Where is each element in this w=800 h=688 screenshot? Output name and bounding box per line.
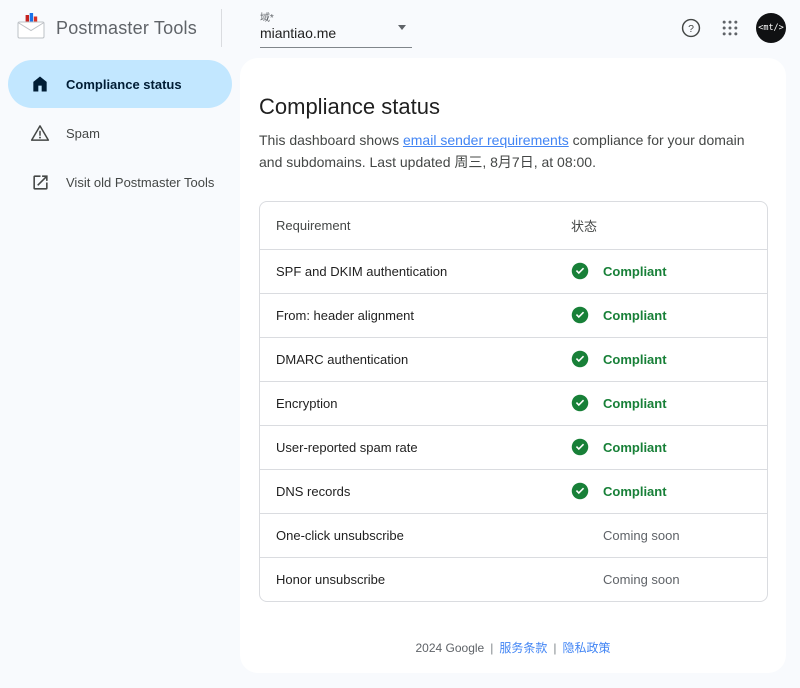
requirement-cell: One-click unsubscribe — [260, 528, 571, 543]
table-row: User-reported spam rate Compliant — [260, 425, 767, 469]
footer: 2024 Google | 服务条款 | 隐私政策 — [240, 639, 786, 656]
table-row: DNS records Compliant — [260, 469, 767, 513]
page-description: This dashboard shows email sender requir… — [259, 129, 768, 174]
app-logo-home-link[interactable]: Postmaster Tools — [0, 12, 197, 44]
status-text: Compliant — [603, 484, 667, 499]
status-cell: Compliant — [571, 438, 767, 456]
sidebar-item-label: Visit old Postmaster Tools — [66, 175, 214, 190]
status-text: Compliant — [603, 264, 667, 279]
requirement-cell: Honor unsubscribe — [260, 572, 571, 587]
google-apps-button[interactable] — [717, 15, 743, 41]
check-circle-icon — [571, 482, 589, 500]
column-header-requirement: Requirement — [260, 218, 571, 233]
status-text: Coming soon — [603, 528, 680, 543]
requirement-cell: SPF and DKIM authentication — [260, 264, 571, 279]
footer-separator: | — [553, 641, 556, 655]
compliance-table: Requirement 状态 SPF and DKIM authenticati… — [259, 201, 768, 602]
chevron-down-icon — [398, 25, 406, 30]
footer-copyright: 2024 Google — [415, 641, 484, 655]
sidebar-item-compliance-status[interactable]: Compliance status — [8, 60, 232, 108]
app-title: Postmaster Tools — [56, 18, 197, 39]
check-circle-icon — [571, 438, 589, 456]
status-cell: Coming soon — [571, 570, 767, 588]
status-cell: Coming soon — [571, 526, 767, 544]
status-text: Compliant — [603, 352, 667, 367]
status-cell: Compliant — [571, 350, 767, 368]
sidebar-item-label: Spam — [66, 126, 100, 141]
main-content-card: Compliance status This dashboard shows e… — [240, 58, 786, 673]
requirement-cell: Encryption — [260, 396, 571, 411]
status-cell: Compliant — [571, 306, 767, 324]
status-cell: Compliant — [571, 394, 767, 412]
terms-of-service-link[interactable]: 服务条款 — [499, 641, 547, 655]
header-actions: ? <mt/> — [678, 13, 800, 43]
requirement-cell: DMARC authentication — [260, 352, 571, 367]
account-avatar[interactable]: <mt/> — [756, 13, 786, 43]
help-button[interactable]: ? — [678, 15, 704, 41]
table-row: DMARC authentication Compliant — [260, 337, 767, 381]
requirement-cell: From: header alignment — [260, 308, 571, 323]
open-in-new-icon — [30, 172, 50, 192]
description-text-before: This dashboard shows — [259, 132, 403, 148]
apps-grid-icon — [720, 18, 740, 38]
status-cell: Compliant — [571, 262, 767, 280]
domain-selector-value: miantiao.me — [260, 25, 412, 41]
status-text: Compliant — [603, 440, 667, 455]
help-icon: ? — [680, 17, 702, 39]
column-header-status: 状态 — [571, 216, 767, 235]
requirement-cell: User-reported spam rate — [260, 440, 571, 455]
table-row: Honor unsubscribe Coming soon — [260, 557, 767, 601]
check-circle-icon — [571, 262, 589, 280]
table-row: One-click unsubscribe Coming soon — [260, 513, 767, 557]
postmaster-logo-icon — [16, 12, 46, 44]
sidebar-item-visit-old-postmaster[interactable]: Visit old Postmaster Tools — [8, 158, 232, 206]
privacy-policy-link[interactable]: 隐私政策 — [562, 641, 610, 655]
top-app-bar: Postmaster Tools 域* miantiao.me ? <mt/> — [0, 0, 800, 56]
status-text: Compliant — [603, 396, 667, 411]
home-icon — [30, 74, 50, 94]
domain-selector[interactable]: 域* miantiao.me — [260, 9, 412, 48]
header-divider — [221, 9, 222, 47]
status-text: Compliant — [603, 308, 667, 323]
check-circle-icon — [571, 306, 589, 324]
email-sender-requirements-link[interactable]: email sender requirements — [403, 132, 569, 148]
table-row: Encryption Compliant — [260, 381, 767, 425]
requirement-cell: DNS records — [260, 484, 571, 499]
warning-triangle-icon — [30, 123, 50, 143]
sidebar-item-label: Compliance status — [66, 77, 182, 92]
table-row: SPF and DKIM authentication Compliant — [260, 249, 767, 293]
footer-separator: | — [490, 641, 493, 655]
check-circle-icon — [571, 394, 589, 412]
sidebar-item-spam[interactable]: Spam — [8, 109, 232, 157]
page-title: Compliance status — [259, 94, 768, 120]
sidebar-nav: Compliance status Spam Visit old Postmas… — [0, 60, 240, 207]
status-cell: Compliant — [571, 482, 767, 500]
table-row: From: header alignment Compliant — [260, 293, 767, 337]
status-text: Coming soon — [603, 572, 680, 587]
check-circle-icon — [571, 350, 589, 368]
svg-text:?: ? — [688, 23, 694, 35]
domain-selector-label: 域* — [260, 9, 412, 24]
table-header-row: Requirement 状态 — [260, 202, 767, 249]
